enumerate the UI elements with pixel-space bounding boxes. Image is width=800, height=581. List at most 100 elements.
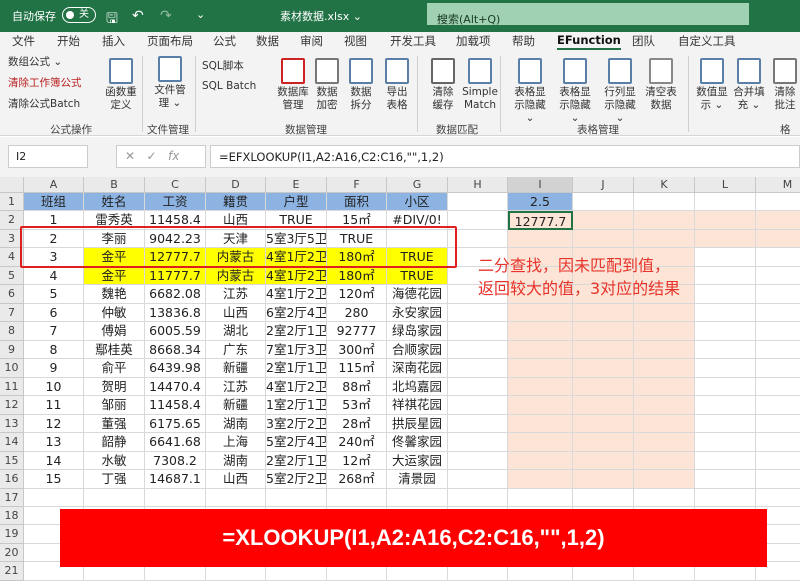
column-header-A[interactable]: A <box>24 177 84 193</box>
cell[interactable]: 5 <box>24 285 84 304</box>
cell[interactable] <box>327 488 387 507</box>
cell[interactable]: 面积 <box>327 193 387 212</box>
cell[interactable] <box>573 433 634 452</box>
row-column-show-hide-button[interactable]: 行列显示隐藏 ⌄ <box>600 58 640 125</box>
cell[interactable] <box>573 396 634 415</box>
cell[interactable] <box>634 229 695 249</box>
cell[interactable]: 4室1厅2卫 <box>266 266 327 286</box>
cell[interactable]: 10 <box>24 377 84 397</box>
column-header-B[interactable]: B <box>84 177 145 193</box>
cell[interactable] <box>573 193 634 212</box>
cell[interactable]: 金平 <box>84 266 145 286</box>
tab-13[interactable]: 自定义工具 <box>678 33 736 49</box>
cell[interactable]: 6641.68 <box>145 433 206 452</box>
cell[interactable]: 姓名 <box>84 193 145 212</box>
cell[interactable] <box>756 285 800 304</box>
cell[interactable] <box>634 211 695 230</box>
cell[interactable]: 海德花园 <box>387 285 448 304</box>
clear-formula-batch-button[interactable]: 清除公式Batch <box>8 98 80 111</box>
cell[interactable] <box>756 378 800 397</box>
cell[interactable]: 水敏 <box>84 451 145 471</box>
cell[interactable] <box>634 414 695 434</box>
tab-2[interactable]: 插入 <box>102 33 125 49</box>
cell[interactable]: 14470.4 <box>145 377 206 397</box>
column-header-M[interactable]: M <box>756 177 800 193</box>
cell[interactable]: 籍贯 <box>206 193 266 212</box>
tab-7[interactable]: 视图 <box>344 33 367 49</box>
cell[interactable]: 12㎡ <box>327 451 387 471</box>
result-cell[interactable]: 12777.7 <box>508 211 573 230</box>
cell[interactable]: 180㎡ <box>327 266 387 286</box>
cell[interactable] <box>387 488 448 507</box>
cell[interactable]: 上海 <box>206 433 266 452</box>
row-header[interactable]: 12 <box>0 396 24 415</box>
cell[interactable] <box>756 415 800 434</box>
cell[interactable]: 6室2厅4卫 <box>266 303 327 323</box>
cell[interactable] <box>573 488 634 507</box>
cell[interactable] <box>695 451 756 471</box>
tab-8[interactable]: 开发工具 <box>390 33 436 49</box>
redo-icon[interactable]: ↷ <box>160 8 172 24</box>
cell[interactable]: 永安家园 <box>387 303 448 323</box>
cell[interactable] <box>756 267 800 286</box>
cell[interactable]: 53㎡ <box>327 396 387 415</box>
enter-icon[interactable]: ✓ <box>147 149 157 163</box>
cell[interactable] <box>695 193 756 212</box>
cell[interactable]: 4室1厅2卫 <box>266 285 327 304</box>
cell[interactable]: 江苏 <box>206 377 266 397</box>
cell[interactable] <box>695 229 756 249</box>
cell[interactable] <box>266 488 327 507</box>
column-header-L[interactable]: L <box>695 177 756 193</box>
cell[interactable]: 新疆 <box>206 359 266 378</box>
cell[interactable] <box>695 211 756 230</box>
row-header[interactable]: 5 <box>0 266 24 286</box>
cell[interactable]: 5室2厅2卫 <box>266 470 327 489</box>
row-header[interactable]: 21 <box>0 562 24 581</box>
cell[interactable]: 13836.8 <box>145 303 206 323</box>
file-name[interactable]: 素材数据.xlsx ⌄ <box>280 8 362 24</box>
cell[interactable]: 7室1厅3卫 <box>266 340 327 360</box>
cell[interactable]: 1室2厅1卫 <box>266 396 327 415</box>
cell[interactable] <box>573 303 634 323</box>
cell[interactable] <box>756 322 800 341</box>
cell[interactable] <box>695 322 756 341</box>
cell[interactable]: 广东 <box>206 340 266 360</box>
column-header-F[interactable]: F <box>327 177 387 193</box>
cell[interactable] <box>448 414 508 434</box>
cell[interactable] <box>448 229 508 249</box>
row-header[interactable]: 10 <box>0 359 24 378</box>
cell[interactable]: 6 <box>24 303 84 323</box>
cell[interactable] <box>695 433 756 452</box>
cell[interactable] <box>756 193 800 212</box>
cell[interactable] <box>756 452 800 471</box>
cell[interactable] <box>448 451 508 471</box>
cell[interactable]: 合顺家园 <box>387 340 448 360</box>
cell[interactable] <box>634 396 695 415</box>
cell[interactable] <box>695 359 756 378</box>
cell[interactable] <box>634 193 695 212</box>
cell[interactable]: 8668.34 <box>145 340 206 360</box>
data-encrypt-button[interactable]: 数据加密 <box>312 58 342 112</box>
cell[interactable] <box>695 414 756 434</box>
cell[interactable] <box>448 359 508 378</box>
cell[interactable] <box>573 211 634 230</box>
cell[interactable]: 11458.4 <box>145 396 206 415</box>
cell[interactable] <box>695 340 756 360</box>
cell[interactable] <box>573 451 634 471</box>
cell[interactable]: 傅娟 <box>84 322 145 341</box>
column-header-G[interactable]: G <box>387 177 448 193</box>
row-header[interactable]: 18 <box>0 506 24 526</box>
cell[interactable]: 魏艳 <box>84 285 145 304</box>
cell[interactable] <box>634 340 695 360</box>
cell[interactable]: 鄢桂英 <box>84 340 145 360</box>
cell[interactable] <box>448 470 508 489</box>
cell[interactable]: 268㎡ <box>327 470 387 489</box>
cell[interactable]: 6175.65 <box>145 414 206 434</box>
cell[interactable] <box>508 470 573 489</box>
tab-9[interactable]: 加载项 <box>456 33 491 49</box>
cell[interactable]: 7308.2 <box>145 451 206 471</box>
table-show-hide-button[interactable]: 表格显示隐藏 ⌄ <box>510 58 550 125</box>
cell[interactable]: TRUE <box>387 266 448 286</box>
cell[interactable] <box>448 322 508 341</box>
cell[interactable] <box>756 489 800 507</box>
